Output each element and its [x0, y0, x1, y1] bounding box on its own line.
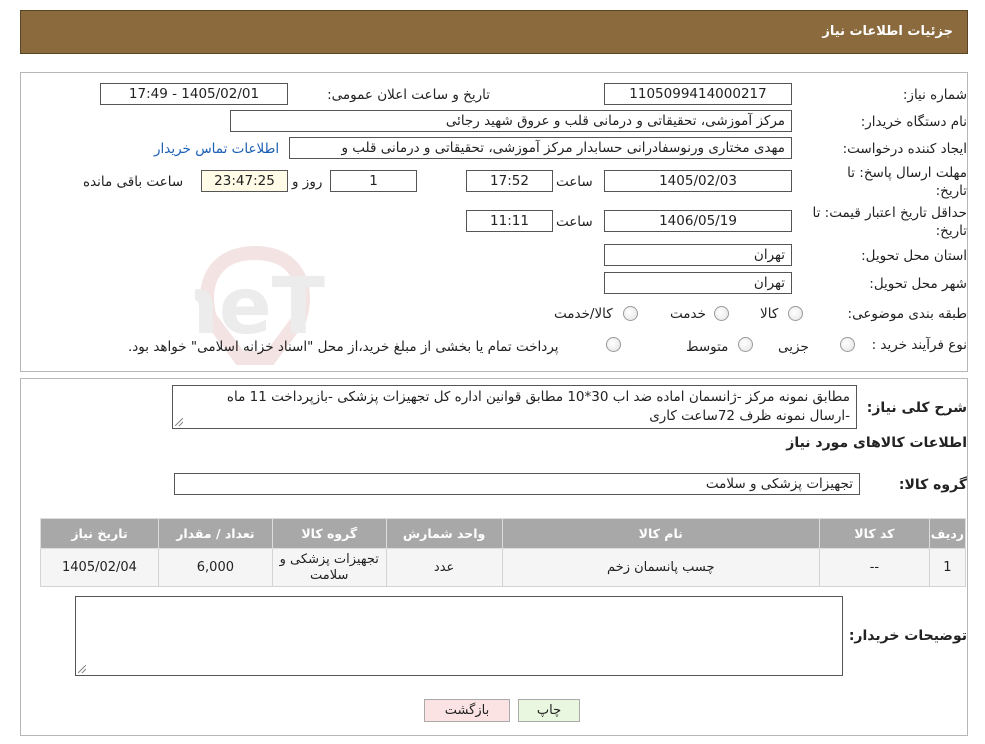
buyer-field: مرکز آموزشی، تحقیقاتی و درمانی قلب و عرو…: [230, 110, 792, 132]
treasury-note: پرداخت تمام یا بخشی از مبلغ خرید،از محل …: [128, 339, 559, 355]
creator-label: ایجاد کننده درخواست:: [842, 141, 967, 157]
goods-group-field: تجهیزات پزشکی و سلامت: [174, 473, 860, 495]
table-header-row: ردیف کد کالا نام کالا واحد شمارش گروه کا…: [40, 518, 967, 549]
cell-qty: 6,000: [157, 548, 273, 587]
category-service-radio[interactable]: [714, 306, 729, 321]
resize-handle-icon[interactable]: [175, 418, 183, 426]
description-label: شرح کلی نیاز:: [866, 400, 967, 416]
deadline-label-1: مهلت ارسال پاسخ: تا: [847, 165, 967, 181]
announce-label: تاریخ و ساعت اعلان عمومی:: [327, 87, 490, 103]
city-label: شهر محل تحویل:: [869, 276, 967, 292]
page-title: جزئیات اطلاعات نیاز: [822, 24, 953, 39]
deadline-days-label: روز و: [292, 174, 323, 190]
category-service-label: خدمت: [670, 306, 706, 322]
col-name: نام کالا: [501, 518, 820, 549]
goods-section-title: اطلاعات کالاهای مورد نیاز: [786, 435, 967, 451]
province-field: تهران: [604, 244, 792, 266]
description-field: مطابق نمونه مرکز -ژانسمان اماده ضد اب 30…: [172, 385, 857, 429]
remaining-time-field: 23:47:25: [201, 170, 288, 192]
validity-date-field: 1406/05/19: [604, 210, 792, 232]
goods-table: ردیف کد کالا نام کالا واحد شمارش گروه کا…: [40, 518, 967, 587]
validity-label-2: تاریخ:: [935, 223, 967, 239]
col-unit: واحد شمارش: [385, 518, 503, 549]
city-field: تهران: [604, 272, 792, 294]
notes-resize-handle-icon[interactable]: [78, 665, 86, 673]
category-both-label: کالا/خدمت: [554, 306, 613, 322]
col-row: ردیف: [928, 518, 967, 549]
description-line-2: -ارسال نمونه ظرف 72ساعت کاری: [649, 408, 850, 424]
category-goods-label: کالا: [760, 306, 779, 322]
category-label: طبقه بندی موضوعی:: [847, 306, 967, 322]
province-label: استان محل تحویل:: [861, 248, 967, 264]
back-button[interactable]: بازگشت: [424, 699, 510, 722]
buyer-notes-field[interactable]: [75, 596, 843, 676]
validity-label-1: حداقل تاریخ اعتبار قیمت: تا: [812, 205, 967, 221]
cell-date: 1405/02/04: [40, 548, 159, 587]
cell-row: 1: [928, 548, 967, 587]
process-minor-label: جزیی: [778, 339, 809, 355]
cell-code: --: [818, 548, 930, 587]
creator-field: مهدی مختاری ورنوسفادرانی حسابدار مرکز آم…: [289, 137, 792, 159]
col-date: تاریخ نیاز: [40, 518, 159, 549]
deadline-days-field: 1: [330, 170, 417, 192]
need-number-label: شماره نیاز:: [902, 87, 967, 103]
category-both-radio[interactable]: [623, 306, 638, 321]
treasury-checkbox[interactable]: [606, 337, 621, 352]
announce-field: 1405/02/01 - 17:49: [100, 83, 288, 105]
cell-name: چسب پانسمان زخم: [501, 548, 820, 587]
deadline-time-label: ساعت: [556, 174, 593, 190]
buyer-label: نام دستگاه خریدار:: [860, 114, 967, 130]
col-code: کد کالا: [818, 518, 930, 549]
buyer-contact-link[interactable]: اطلاعات تماس خریدار: [154, 141, 279, 157]
validity-time-field: 11:11: [466, 210, 553, 232]
page-header: جزئیات اطلاعات نیاز: [20, 10, 968, 54]
process-minor-radio[interactable]: [840, 337, 855, 352]
goods-group-label: گروه کالا:: [898, 477, 967, 493]
need-number-field: 1105099414000217: [604, 83, 792, 105]
category-goods-radio[interactable]: [788, 306, 803, 321]
cell-unit: عدد: [385, 548, 503, 587]
table-row[interactable]: 1 -- چسب پانسمان زخم عدد تجهیزات پزشکی و…: [40, 548, 967, 587]
process-medium-label: متوسط: [686, 339, 729, 355]
deadline-date-field: 1405/02/03: [604, 170, 792, 192]
validity-time-label: ساعت: [556, 214, 593, 230]
remaining-time-label: ساعت باقی مانده: [83, 174, 184, 190]
col-group: گروه کالا: [271, 518, 387, 549]
deadline-time-field: 17:52: [466, 170, 553, 192]
process-label: نوع فرآیند خرید :: [871, 337, 967, 353]
buyer-notes-label: توضیحات خریدار:: [848, 628, 967, 644]
col-qty: تعداد / مقدار: [157, 518, 273, 549]
process-medium-radio[interactable]: [738, 337, 753, 352]
deadline-label-2: تاریخ:: [935, 183, 967, 199]
description-line-1: مطابق نمونه مرکز -ژانسمان اماده ضد اب 30…: [226, 389, 850, 405]
print-button[interactable]: چاپ: [518, 699, 580, 722]
cell-group: تجهیزات پزشکی و سلامت: [271, 548, 387, 587]
